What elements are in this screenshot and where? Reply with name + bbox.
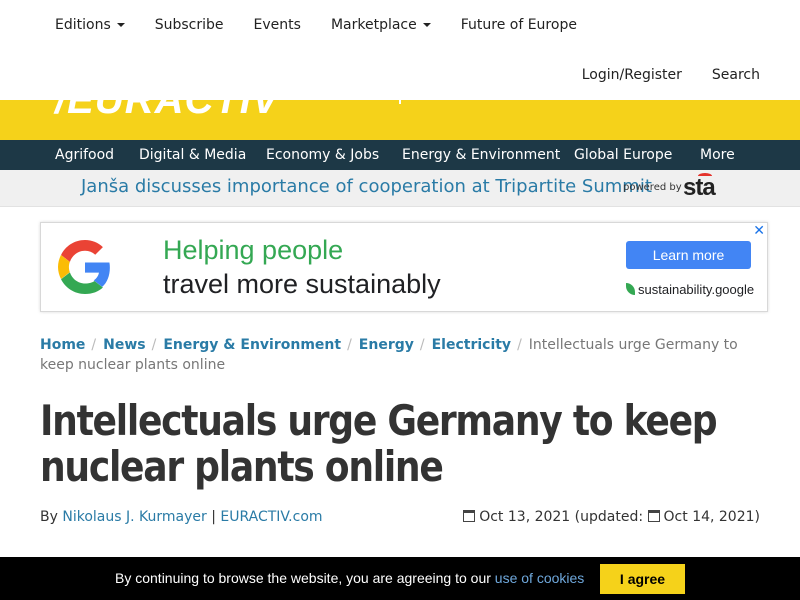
marketplace-label: Marketplace xyxy=(330,17,417,33)
breadcrumb-separator: / xyxy=(419,337,425,353)
category-agrifood[interactable]: Agrifood xyxy=(55,140,114,170)
breadcrumb-news[interactable]: News xyxy=(103,337,145,353)
cookie-consent-bar: By continuing to browse the website, you… xyxy=(0,557,800,600)
ad-close-icon[interactable]: ✕ xyxy=(753,223,765,239)
article-dates: Oct 13, 2021 (updated: Oct 14, 2021) xyxy=(463,509,760,525)
ad-headline-line1: Helping people xyxy=(163,235,344,265)
category-nav: Agrifood Digital & Media Economy & Jobs … xyxy=(0,140,800,170)
breadcrumb-energy[interactable]: Energy xyxy=(359,337,414,353)
ad-learn-more-button[interactable]: Learn more xyxy=(626,241,751,269)
ad-brand-label: sustainability.google xyxy=(638,282,755,297)
marketplace-dropdown[interactable]: Marketplace xyxy=(331,15,431,35)
breadcrumb-electricity[interactable]: Electricity xyxy=(432,337,511,353)
updated-label: (updated: xyxy=(574,509,644,525)
caret-down-icon xyxy=(116,23,125,27)
future-of-europe-link[interactable]: Future of Europe xyxy=(461,15,577,35)
account-nav: Login/Register Search xyxy=(552,65,760,85)
editions-dropdown[interactable]: Editions xyxy=(55,15,125,35)
cookie-policy-link[interactable]: use of cookies xyxy=(495,570,585,586)
category-global-europe[interactable]: Global Europe xyxy=(574,140,672,170)
events-link[interactable]: Events xyxy=(254,15,301,35)
subscribe-link[interactable]: Subscribe xyxy=(155,15,224,35)
calendar-icon xyxy=(463,510,476,522)
byline-pipe: | xyxy=(211,509,216,525)
leaf-icon xyxy=(626,283,635,295)
outlet-link[interactable]: EURACTIV.com xyxy=(220,509,322,525)
top-bar: Editions Subscribe Events Marketplace Fu… xyxy=(0,0,800,100)
author-link[interactable]: Nikolaus J. Kurmayer xyxy=(62,509,206,525)
euractiv-logo[interactable]: /EURACTIV xyxy=(55,100,280,123)
ticker-headline[interactable]: Janša discusses importance of cooperatio… xyxy=(81,176,652,197)
logo-text: EURACTIV xyxy=(67,100,280,122)
caret-down-icon xyxy=(422,23,431,27)
login-register-link[interactable]: Login/Register xyxy=(582,65,682,85)
category-economy-jobs[interactable]: Economy & Jobs xyxy=(266,140,379,170)
updated-date: Oct 14, 2021) xyxy=(663,509,760,525)
cookie-text: By continuing to browse the website, you… xyxy=(115,570,491,586)
category-energy-environment[interactable]: Energy & Environment xyxy=(402,140,560,170)
breadcrumb-separator: / xyxy=(91,337,97,353)
category-digital-media[interactable]: Digital & Media xyxy=(139,140,246,170)
ad-brand: sustainability.google xyxy=(626,282,754,297)
breadcrumb-separator: / xyxy=(517,337,522,353)
cookie-message: By continuing to browse the website, you… xyxy=(115,570,584,586)
breadcrumb-home[interactable]: Home xyxy=(40,337,85,353)
top-nav: Editions Subscribe Events Marketplace Fu… xyxy=(55,15,607,35)
category-more[interactable]: More xyxy=(700,140,735,170)
editions-label: Editions xyxy=(55,17,111,33)
brand-band: /EURACTIV xyxy=(0,100,800,140)
google-g-icon xyxy=(58,240,110,294)
breadcrumb-separator: / xyxy=(347,337,352,353)
logo-divider xyxy=(399,100,401,104)
advertisement-banner[interactable]: ✕ Helping people travel more sustainably… xyxy=(40,222,768,312)
sta-logo[interactable]: sta xyxy=(683,174,716,202)
news-ticker: Janša discusses importance of cooperatio… xyxy=(0,170,800,207)
search-link[interactable]: Search xyxy=(712,65,760,85)
article-byline: By Nikolaus J. Kurmayer | EURACTIV.com xyxy=(40,509,323,525)
powered-by-label: powered by xyxy=(623,182,682,193)
byline-by: By xyxy=(40,509,58,525)
calendar-icon xyxy=(647,510,660,522)
ad-headline-line2: travel more sustainably xyxy=(163,269,441,299)
breadcrumb: Home / News / Energy & Environment / Energy / El… xyxy=(40,335,760,375)
article-title: Intellectuals urge Germany to keep nucle… xyxy=(40,396,718,491)
cookie-agree-button[interactable]: I agree xyxy=(600,564,685,594)
published-date: Oct 13, 2021 xyxy=(479,509,571,525)
breadcrumb-energy-environment[interactable]: Energy & Environment xyxy=(163,337,341,353)
breadcrumb-separator: / xyxy=(151,337,157,353)
